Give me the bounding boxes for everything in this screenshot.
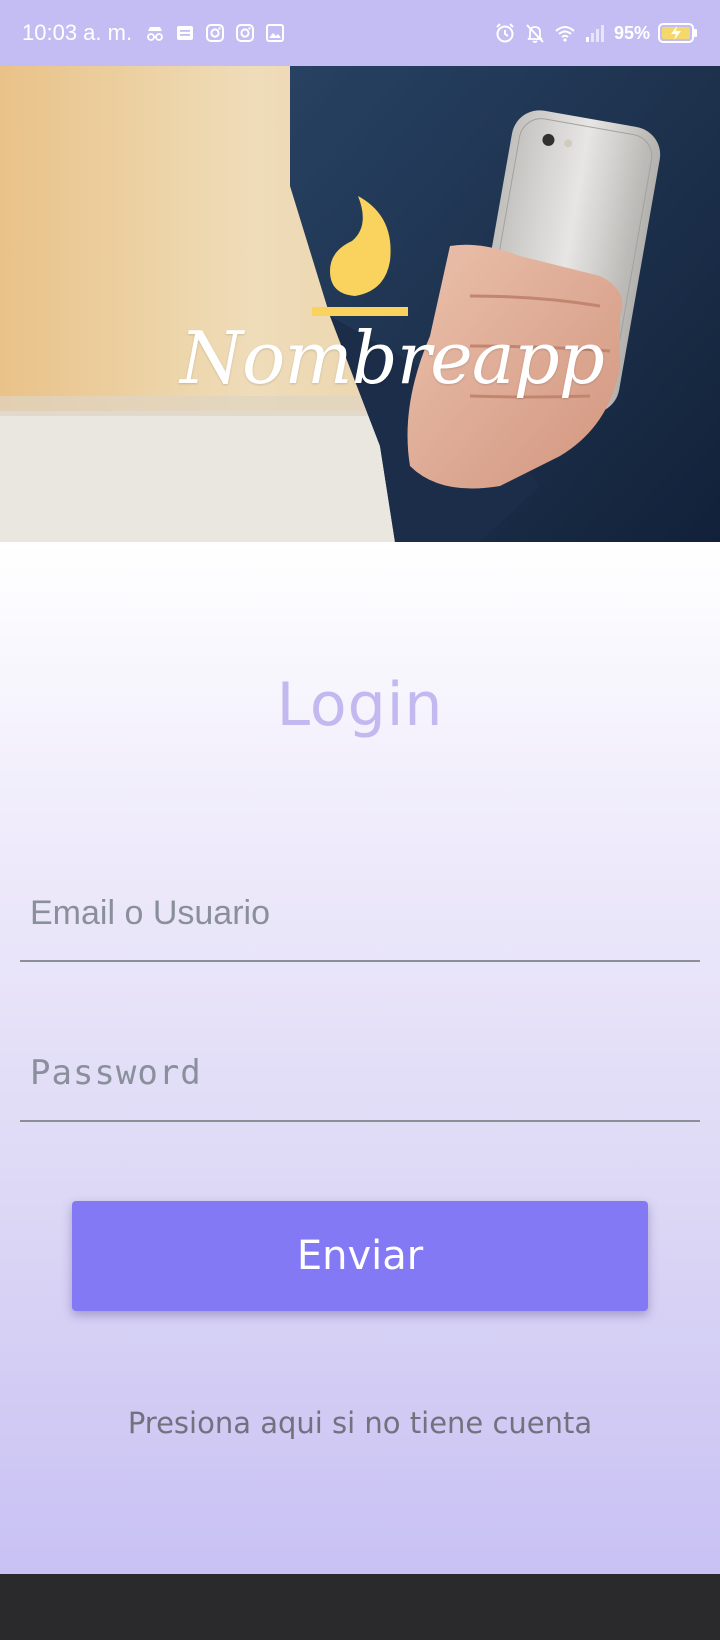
incognito-icon (147, 27, 163, 41)
submit-button[interactable]: Enviar (72, 1201, 648, 1311)
mute-bell-icon (526, 24, 544, 43)
register-link[interactable]: Presiona aqui si no tiene cuenta (0, 1406, 720, 1440)
alarm-icon (496, 23, 514, 43)
battery-percent: 95% (613, 22, 650, 43)
wifi-icon (555, 26, 575, 42)
news-icon (177, 26, 194, 40)
instagram-icon (206, 24, 225, 42)
instagram-icon (236, 24, 255, 42)
login-panel: Login Enviar Presiona aqui si no tiene c… (0, 542, 720, 1574)
status-right: 95% (494, 22, 698, 44)
email-field[interactable] (28, 893, 692, 934)
hero-photo (0, 66, 720, 542)
gallery-icon (266, 24, 285, 42)
status-time: 10:03 a. m. (22, 20, 133, 45)
status-left: 10:03 a. m. (22, 20, 286, 46)
page-title: Login (276, 670, 444, 740)
password-field[interactable] (28, 1052, 692, 1094)
signal-icon (585, 25, 604, 42)
app-logo-text: Nombreapp (180, 316, 605, 400)
hero-banner: Nombreapp (0, 66, 720, 542)
battery-charging-icon (658, 23, 697, 43)
system-nav-bar (0, 1574, 720, 1640)
email-field-container (20, 872, 700, 962)
password-field-container (20, 1032, 700, 1122)
status-bar: 10:03 a. m. 95% (0, 0, 720, 66)
